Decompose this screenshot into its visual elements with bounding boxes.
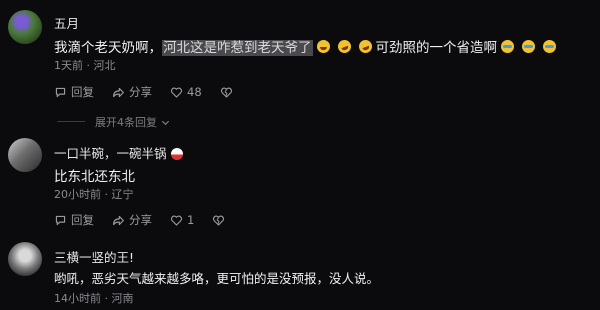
reply-label: 回复 xyxy=(71,213,94,227)
comment-time: 1天前 xyxy=(54,59,83,72)
comment-location: 辽宁 xyxy=(111,188,134,201)
reply-button[interactable]: 回复 xyxy=(54,212,94,228)
comment-meta: 14小时前 · 河南 xyxy=(54,292,134,305)
bowl-emoji-icon xyxy=(170,148,183,160)
comment-text: 哟吼，恶劣天气越来越多咯，更可怕的是没预报，没人说。 xyxy=(54,271,380,286)
reply-button[interactable]: 回复 xyxy=(54,84,94,100)
like-count: 1 xyxy=(187,213,195,227)
expand-replies-button[interactable]: 展开4条回复 xyxy=(57,114,171,130)
comment-text-part: 我滴个老天奶啊， xyxy=(54,40,162,56)
comment-meta: 1天前 · 河北 xyxy=(54,59,116,72)
avatar[interactable] xyxy=(8,10,42,44)
laughing-emoji-icon xyxy=(335,38,353,55)
chevron-down-icon xyxy=(161,120,170,125)
avatar[interactable] xyxy=(8,138,42,172)
like-count: 48 xyxy=(187,85,202,99)
crying-emoji-icon xyxy=(543,40,556,53)
crying-emoji-icon xyxy=(522,40,535,53)
dislike-button[interactable] xyxy=(220,86,233,99)
reply-icon xyxy=(55,215,66,225)
comment-meta: 20小时前 · 辽宁 xyxy=(54,188,134,201)
share-button[interactable]: 分享 xyxy=(112,212,152,228)
comment-username[interactable]: 五月 xyxy=(54,13,79,32)
comment-username-text: 一口半碗，一碗半锅 xyxy=(54,146,167,161)
comment-actions: 回复 分享 1 xyxy=(54,212,225,228)
comment-actions: 回复 分享 48 xyxy=(54,84,233,100)
share-icon xyxy=(113,87,124,97)
like-button[interactable]: 1 xyxy=(170,213,194,227)
share-button[interactable]: 分享 xyxy=(112,84,152,100)
comment-text: 比东北还东北 xyxy=(54,169,135,185)
comment-time: 20小时前 xyxy=(54,188,101,201)
share-label: 分享 xyxy=(129,213,152,227)
dislike-icon xyxy=(213,215,225,226)
comment-time: 14小时前 xyxy=(54,292,101,305)
reply-label: 回复 xyxy=(71,85,94,99)
comment-location: 河南 xyxy=(111,292,134,305)
like-button[interactable]: 48 xyxy=(170,85,202,99)
crying-emoji-icon xyxy=(501,40,514,53)
laughing-emoji-icon xyxy=(316,40,330,53)
expand-replies-label: 展开4条回复 xyxy=(95,116,157,129)
dislike-button[interactable] xyxy=(212,214,225,227)
share-icon xyxy=(113,215,124,225)
heart-icon xyxy=(170,215,183,226)
comment-username[interactable]: 三横一竖的王! xyxy=(54,247,134,266)
avatar[interactable] xyxy=(8,242,42,276)
comment-username[interactable]: 一口半碗，一碗半锅 xyxy=(54,143,183,162)
dislike-icon xyxy=(220,87,232,98)
comment-location: 河北 xyxy=(93,59,116,72)
comment-text: 我滴个老天奶啊，河北这是咋惹到老天爷了 可劲照的一个省造啊 xyxy=(54,36,560,56)
heart-icon xyxy=(170,87,183,98)
reply-icon xyxy=(55,87,66,97)
share-label: 分享 xyxy=(129,85,152,99)
laughing-emoji-icon xyxy=(356,38,374,55)
highlighted-text: 河北这是咋惹到老天爷了 xyxy=(162,40,313,56)
comment-text-part: 可劲照的一个省造啊 xyxy=(375,40,498,56)
